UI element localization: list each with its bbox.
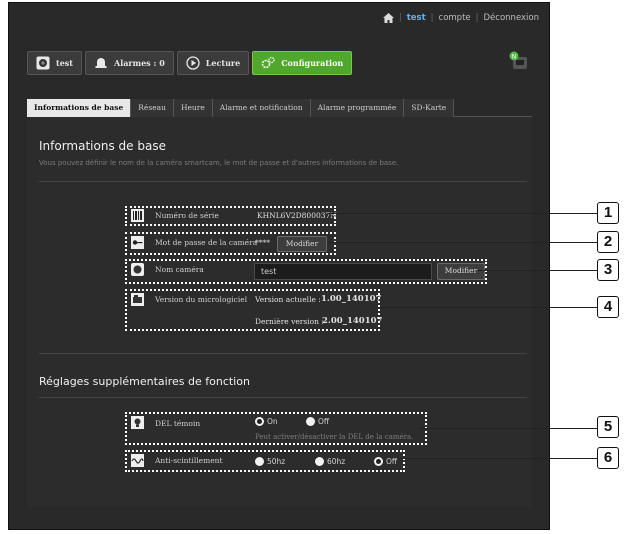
radio-label: Off: [318, 417, 330, 426]
barcode-icon: [131, 209, 144, 222]
password-value: ****: [255, 238, 270, 247]
callout-3: 3: [597, 259, 619, 281]
camera-status-icon: N: [509, 51, 529, 71]
divider: [39, 397, 527, 398]
account-link[interactable]: compte: [439, 13, 471, 23]
flicker-label: Anti-scintillement: [155, 456, 223, 465]
callout-6: 6: [597, 447, 619, 469]
password-row: Mot de passe de la caméra **** Modifier: [131, 236, 331, 252]
callout-line: [398, 458, 597, 459]
nav-configuration-button[interactable]: Configuration: [252, 51, 353, 75]
radio-unselected-icon: [306, 417, 315, 426]
tab-network[interactable]: Réseau: [131, 99, 174, 117]
led-bulb-icon: [131, 416, 144, 429]
flicker-wave-icon: [131, 454, 144, 467]
flicker-50hz-radio[interactable]: 50hz: [255, 457, 285, 466]
basic-info-description: Vous pouvez définir le nom de la caméra …: [39, 159, 399, 167]
flicker-60hz-radio[interactable]: 60hz: [315, 457, 345, 466]
callout-1: 1: [597, 202, 619, 224]
camera-name-label: Nom caméra: [155, 265, 204, 274]
firmware-row: Version du micrologiciel Version actuell…: [131, 293, 382, 329]
current-version-label: Version actuelle :: [255, 295, 321, 304]
callout-line: [478, 270, 597, 271]
tab-scheduled-alarm[interactable]: Alarme programmée: [310, 99, 405, 117]
radio-label: Off: [386, 457, 398, 466]
callout-line: [378, 307, 597, 308]
nav-label: Lecture: [205, 58, 241, 68]
radio-selected-icon: [374, 457, 383, 466]
callout-line: [327, 242, 597, 243]
main-nav: test Alarmes : 0 Lecture Configuration: [27, 51, 353, 75]
camera-lens-icon: [131, 263, 144, 276]
callout-2: 2: [597, 231, 619, 253]
settings-content: Informations de base Vous pouvez définir…: [27, 117, 532, 507]
nav-label: test: [56, 58, 73, 68]
nav-label: Alarmes : 0: [113, 58, 165, 68]
nav-playback-button[interactable]: Lecture: [176, 51, 250, 75]
current-version-value: 1.00_140107: [321, 294, 382, 304]
gears-icon: [261, 56, 275, 69]
flicker-row: Anti-scintillement 50hz 60hz Off: [131, 454, 401, 469]
header-links: | test | compte | Déconnexion: [382, 13, 539, 23]
serial-row: Numéro de série KHNL6V2D800037N: [131, 209, 337, 223]
camera-name-row: Nom caméra test Modifier: [131, 263, 485, 280]
divider: [39, 353, 527, 354]
key-icon: [131, 236, 144, 249]
radio-unselected-icon: [255, 457, 264, 466]
basic-info-title: Informations de base: [39, 139, 166, 153]
serial-value: KHNL6V2D800037N: [257, 211, 337, 220]
callout-line: [327, 213, 597, 214]
password-label: Mot de passe de la caméra: [155, 238, 258, 247]
firmware-label: Version du micrologiciel: [155, 295, 248, 304]
svg-text:N: N: [512, 54, 517, 61]
radio-label: On: [267, 417, 278, 426]
change-name-button[interactable]: Modifier: [437, 263, 485, 280]
app-window: | test | compte | Déconnexion test Alarm…: [8, 2, 550, 530]
led-row: DEL témoin On Off Peut activer/désactive…: [131, 416, 423, 443]
separator: |: [398, 13, 402, 23]
change-password-button[interactable]: Modifier: [277, 236, 327, 252]
radio-selected-icon: [255, 417, 264, 426]
settings-tabs: Informations de base Réseau Heure Alarme…: [27, 99, 532, 117]
home-icon[interactable]: [382, 13, 394, 23]
serial-label: Numéro de série: [155, 211, 219, 220]
latest-version-label: Dernière version :: [255, 317, 324, 326]
callout-4: 4: [597, 296, 619, 318]
led-on-radio[interactable]: On: [255, 417, 278, 426]
led-label: DEL témoin: [155, 419, 201, 428]
callout-line: [420, 428, 597, 429]
nav-alarms-button[interactable]: Alarmes : 0: [84, 51, 174, 75]
latest-version-value: 2.00_140107: [322, 316, 383, 326]
tab-sd-card[interactable]: SD-Karte: [404, 99, 455, 117]
play-icon: [186, 56, 200, 70]
radio-label: 50hz: [267, 457, 286, 466]
separator: |: [475, 13, 479, 23]
separator: |: [430, 13, 434, 23]
logout-link[interactable]: Déconnexion: [484, 13, 539, 23]
flicker-off-radio[interactable]: Off: [374, 457, 397, 466]
led-hint: Peut activer/désactiver la DEL de la cam…: [255, 433, 414, 441]
tab-time[interactable]: Heure: [173, 99, 213, 117]
camera-icon: [36, 56, 50, 70]
divider: [39, 181, 527, 182]
firmware-camera-icon: [131, 293, 144, 306]
tab-alarm-notification[interactable]: Alarme et notification: [212, 99, 311, 117]
radio-label: 60hz: [327, 457, 346, 466]
user-link[interactable]: test: [407, 13, 426, 23]
callout-5: 5: [597, 416, 619, 438]
camera-name-input[interactable]: test: [254, 263, 432, 280]
alarm-bell-icon: [95, 58, 107, 68]
radio-unselected-icon: [315, 457, 324, 466]
nav-label: Configuration: [281, 58, 344, 68]
extra-settings-title: Réglages supplémentaires de fonction: [39, 375, 250, 388]
led-off-radio[interactable]: Off: [306, 417, 329, 426]
tab-basic-info[interactable]: Informations de base: [27, 99, 132, 117]
nav-camera-button[interactable]: test: [27, 51, 82, 75]
